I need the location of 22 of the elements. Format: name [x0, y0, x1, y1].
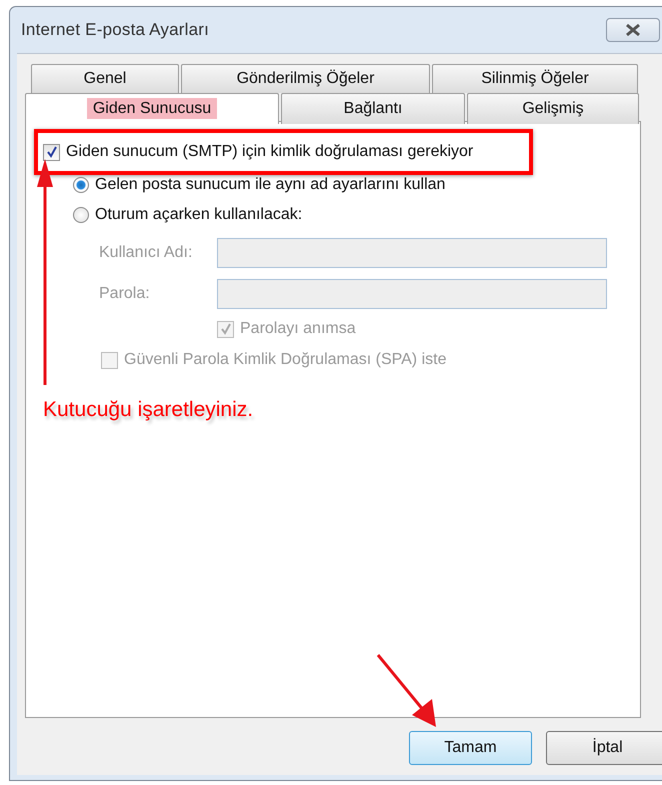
window-title: Internet E-posta Ayarları — [21, 20, 210, 40]
close-button[interactable] — [606, 18, 660, 42]
checkbox-label: Parolayı anımsa — [240, 320, 356, 338]
checkbox-label: Giden sunucum (SMTP) için kimlik doğrulaması gerekiyor — [66, 143, 474, 161]
close-icon — [624, 23, 642, 37]
tab[interactable]: Gönderilmiş Öğeler — [181, 64, 430, 93]
checkbox-label: Güvenli Parola Kimlik Doğrulaması (SPA) iste — [124, 351, 446, 369]
tab[interactable]: Genel — [31, 64, 179, 93]
dialog-button[interactable]: Tamam — [409, 731, 532, 765]
radio-button[interactable] — [73, 177, 89, 193]
tab[interactable]: Bağlantı — [281, 93, 465, 124]
field-label: Parola: — [99, 285, 151, 303]
tab[interactable]: Silinmiş Öğeler — [432, 64, 638, 93]
dialog-button[interactable]: İptal — [546, 731, 662, 765]
radio-label: Gelen posta sunucum ile aynı ad ayarlarını kullan — [95, 176, 446, 194]
tab[interactable]: Gelişmiş — [467, 93, 639, 124]
radio-button[interactable] — [73, 207, 89, 223]
radio-label: Oturum açarken kullanılacak: — [95, 206, 302, 224]
annotation-text: Kutucuğu işaretleyiniz. — [43, 398, 254, 422]
checkbox[interactable] — [43, 144, 60, 160]
tab[interactable]: Giden Sunucusu — [25, 93, 279, 124]
field-label: Kullanıcı Adı: — [99, 244, 194, 262]
